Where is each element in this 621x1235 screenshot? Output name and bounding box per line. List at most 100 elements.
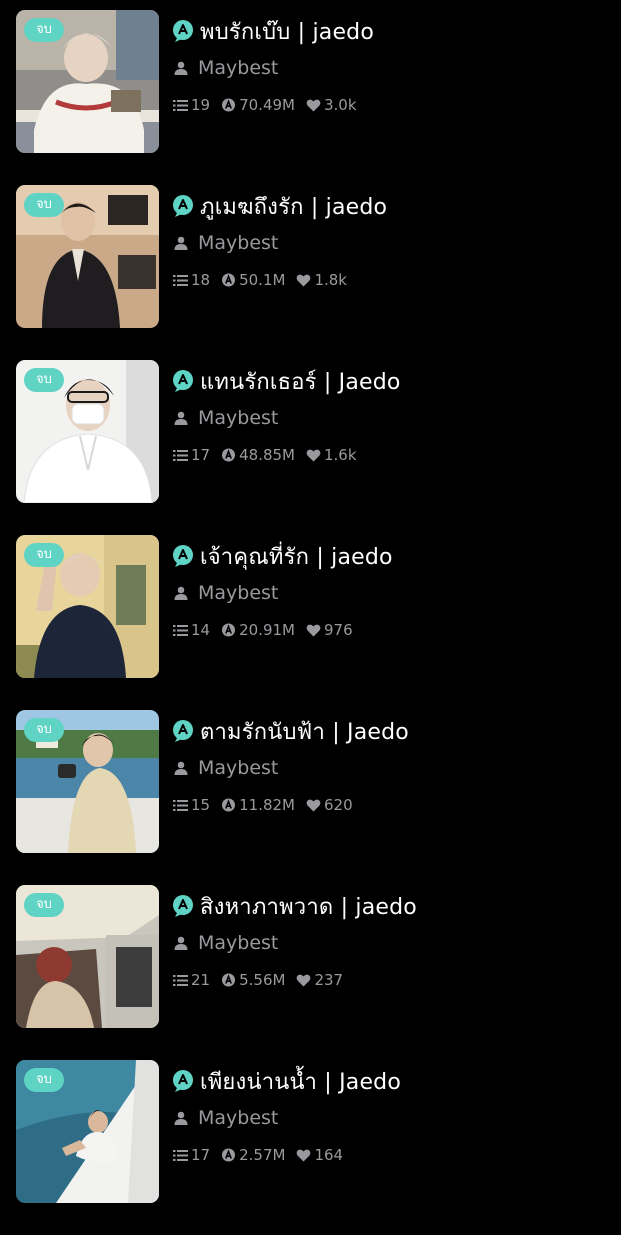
author-name[interactable]: Maybest — [198, 1107, 278, 1129]
author-name[interactable]: Maybest — [198, 582, 278, 604]
author-row: Maybest — [174, 405, 278, 431]
title-row: ตามรักนับฟ้า | Jaedo — [172, 716, 409, 746]
story-item[interactable]: จบ ภูเมฆถึงรัก | jaedo Maybest 18 50.1M … — [0, 185, 621, 360]
chapter-count: 21 — [191, 971, 211, 989]
story-cover[interactable]: จบ — [16, 535, 159, 678]
title-row: เพียงน่านน้ำ | Jaedo — [172, 1066, 401, 1096]
completed-badge: จบ — [24, 718, 64, 742]
list-icon — [173, 624, 188, 636]
title-row: ภูเมฆถึงรัก | jaedo — [172, 191, 387, 221]
heart-icon — [306, 624, 321, 636]
view-count: 5.56M — [239, 971, 286, 989]
chapter-count: 14 — [191, 621, 211, 639]
list-icon — [173, 974, 188, 986]
author-row: Maybest — [174, 1105, 278, 1131]
chapter-count: 19 — [191, 96, 211, 114]
stats-row: 14 20.91M 976 — [173, 619, 364, 641]
app-logo-icon — [173, 20, 193, 42]
stats-row: 19 70.49M 3.0k — [173, 94, 368, 116]
app-logo-icon — [173, 370, 193, 392]
list-icon — [173, 99, 188, 111]
like-count: 1.6k — [323, 446, 357, 464]
title-row: แทนรักเธอร์ | Jaedo — [172, 366, 401, 396]
story-title[interactable]: ตามรักนับฟ้า | Jaedo — [200, 714, 409, 749]
views-icon — [222, 798, 236, 811]
user-icon — [174, 936, 188, 950]
story-cover[interactable]: จบ — [16, 360, 159, 503]
author-row: Maybest — [174, 230, 278, 256]
story-title[interactable]: ภูเมฆถึงรัก | jaedo — [200, 189, 387, 224]
user-icon — [174, 411, 188, 425]
author-row: Maybest — [174, 755, 278, 781]
completed-badge: จบ — [24, 18, 64, 42]
view-count: 70.49M — [239, 96, 295, 114]
author-name[interactable]: Maybest — [198, 932, 278, 954]
user-icon — [174, 1111, 188, 1125]
like-count: 620 — [323, 796, 353, 814]
like-count: 1.8k — [314, 271, 347, 289]
like-count: 3.0k — [323, 96, 357, 114]
author-row: Maybest — [174, 55, 278, 81]
like-count: 237 — [314, 971, 344, 989]
author-row: Maybest — [174, 930, 278, 956]
story-title[interactable]: แทนรักเธอร์ | Jaedo — [200, 364, 401, 399]
author-name[interactable]: Maybest — [198, 407, 278, 429]
stats-row: 15 11.82M 620 — [173, 794, 364, 816]
chapter-count: 18 — [191, 271, 211, 289]
stats-row: 17 48.85M 1.6k — [173, 444, 368, 466]
heart-icon — [306, 99, 321, 111]
story-item[interactable]: จบ แทนรักเธอร์ | Jaedo Maybest 17 48.85M… — [0, 360, 621, 535]
title-row: พบรักเบ๊บ | jaedo — [172, 16, 374, 46]
views-icon — [222, 273, 236, 286]
story-item[interactable]: จบ เจ้าคุณที่รัก | jaedo Maybest 14 20.9… — [0, 535, 621, 710]
heart-icon — [297, 274, 311, 286]
completed-badge: จบ — [24, 368, 64, 392]
user-icon — [174, 61, 188, 75]
stats-row: 17 2.57M 164 — [173, 1144, 354, 1166]
view-count: 20.91M — [239, 621, 295, 639]
heart-icon — [306, 449, 321, 461]
completed-badge: จบ — [24, 1068, 64, 1092]
app-logo-icon — [173, 720, 193, 742]
views-icon — [222, 623, 236, 636]
user-icon — [174, 761, 188, 775]
author-name[interactable]: Maybest — [198, 757, 278, 779]
story-cover[interactable]: จบ — [16, 885, 159, 1028]
story-title[interactable]: สิงหาภาพวาด | jaedo — [200, 889, 417, 924]
view-count: 50.1M — [239, 271, 286, 289]
author-row: Maybest — [174, 580, 278, 606]
list-icon — [173, 274, 188, 286]
title-row: สิงหาภาพวาด | jaedo — [172, 891, 417, 921]
stats-row: 21 5.56M 237 — [173, 969, 354, 991]
completed-badge: จบ — [24, 893, 64, 917]
story-cover[interactable]: จบ — [16, 710, 159, 853]
story-title[interactable]: เพียงน่านน้ำ | Jaedo — [200, 1064, 401, 1099]
heart-icon — [297, 1149, 311, 1161]
completed-badge: จบ — [24, 193, 64, 217]
story-item[interactable]: จบ สิงหาภาพวาด | jaedo Maybest 21 5.56M … — [0, 885, 621, 1060]
story-cover[interactable]: จบ — [16, 185, 159, 328]
story-item[interactable]: จบ เพียงน่านน้ำ | Jaedo Maybest 17 2.57M… — [0, 1060, 621, 1235]
user-icon — [174, 236, 188, 250]
story-item[interactable]: จบ พบรักเบ๊บ | jaedo Maybest 19 70.49M 3… — [0, 10, 621, 185]
view-count: 48.85M — [239, 446, 295, 464]
chapter-count: 17 — [191, 1146, 211, 1164]
stats-row: 18 50.1M 1.8k — [173, 269, 358, 291]
views-icon — [222, 448, 236, 461]
chapter-count: 17 — [191, 446, 211, 464]
like-count: 976 — [323, 621, 353, 639]
author-name[interactable]: Maybest — [198, 57, 278, 79]
heart-icon — [297, 974, 311, 986]
like-count: 164 — [314, 1146, 344, 1164]
views-icon — [222, 1148, 236, 1161]
author-name[interactable]: Maybest — [198, 232, 278, 254]
views-icon — [222, 98, 236, 111]
story-title[interactable]: พบรักเบ๊บ | jaedo — [200, 14, 374, 49]
app-logo-icon — [173, 895, 193, 917]
story-item[interactable]: จบ ตามรักนับฟ้า | Jaedo Maybest 15 11.82… — [0, 710, 621, 885]
story-title[interactable]: เจ้าคุณที่รัก | jaedo — [200, 539, 393, 574]
story-cover[interactable]: จบ — [16, 1060, 159, 1203]
story-cover[interactable]: จบ — [16, 10, 159, 153]
title-row: เจ้าคุณที่รัก | jaedo — [172, 541, 393, 571]
views-icon — [222, 973, 236, 986]
